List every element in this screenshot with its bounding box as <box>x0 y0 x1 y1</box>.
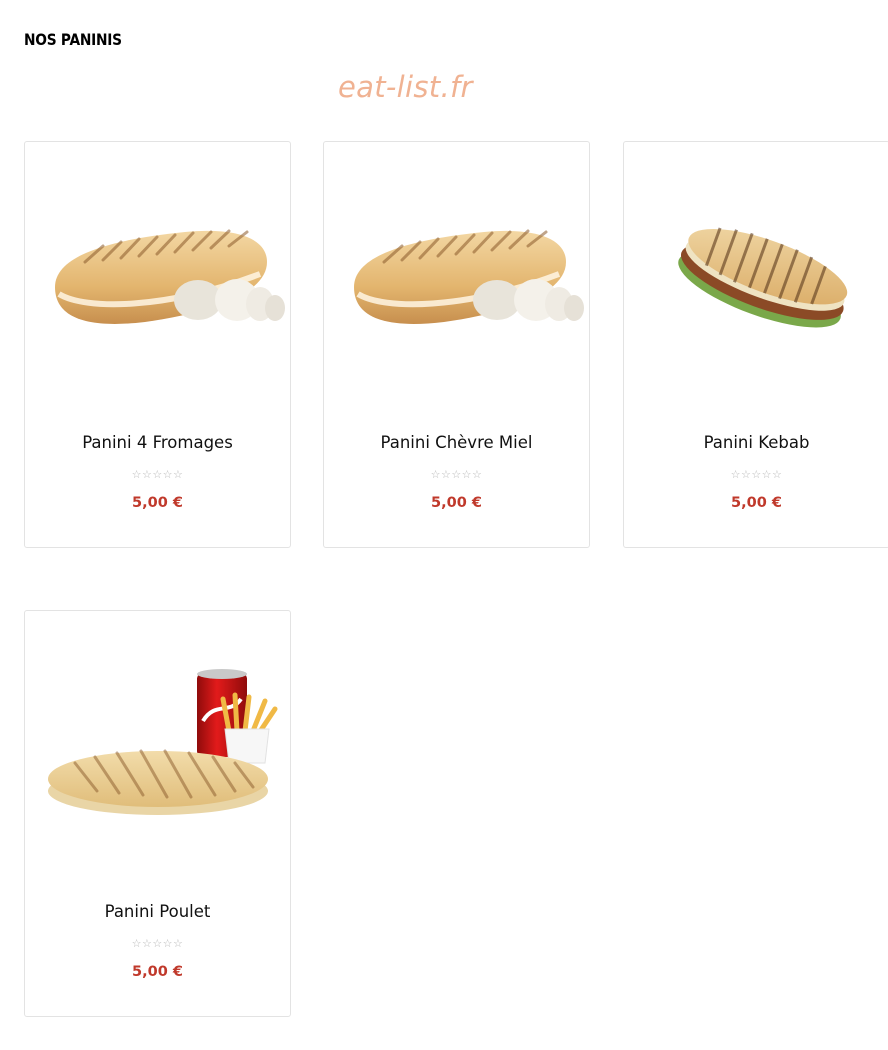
product-price: 5,00 € <box>132 495 183 511</box>
product-name[interactable]: Panini Chèvre Miel <box>324 433 589 452</box>
product-price: 5,00 € <box>132 964 183 980</box>
rating-stars: ☆☆☆☆☆ <box>131 938 184 950</box>
product-image[interactable] <box>25 182 291 412</box>
watermark: eat-list.fr <box>338 70 473 104</box>
product-card[interactable]: Panini Chèvre Miel ☆☆☆☆☆ 5,00 € <box>323 141 590 548</box>
product-price: 5,00 € <box>731 495 782 511</box>
rating-stars: ☆☆☆☆☆ <box>430 469 483 481</box>
section-title: NOS PANINIS <box>24 30 122 49</box>
product-card[interactable]: Panini Poulet ☆☆☆☆☆ 5,00 € <box>24 610 291 1017</box>
product-name[interactable]: Panini Poulet <box>25 902 290 921</box>
product-card[interactable]: Panini Kebab ☆☆☆☆☆ 5,00 € <box>623 141 888 548</box>
rating-stars: ☆☆☆☆☆ <box>131 469 184 481</box>
product-image[interactable] <box>324 182 590 412</box>
product-name[interactable]: Panini 4 Fromages <box>25 433 290 452</box>
product-price: 5,00 € <box>431 495 482 511</box>
product-card[interactable]: Panini 4 Fromages ☆☆☆☆☆ 5,00 € <box>24 141 291 548</box>
product-name[interactable]: Panini Kebab <box>624 433 888 452</box>
product-image[interactable] <box>624 182 888 412</box>
product-image[interactable] <box>25 651 291 881</box>
rating-stars: ☆☆☆☆☆ <box>730 469 783 481</box>
